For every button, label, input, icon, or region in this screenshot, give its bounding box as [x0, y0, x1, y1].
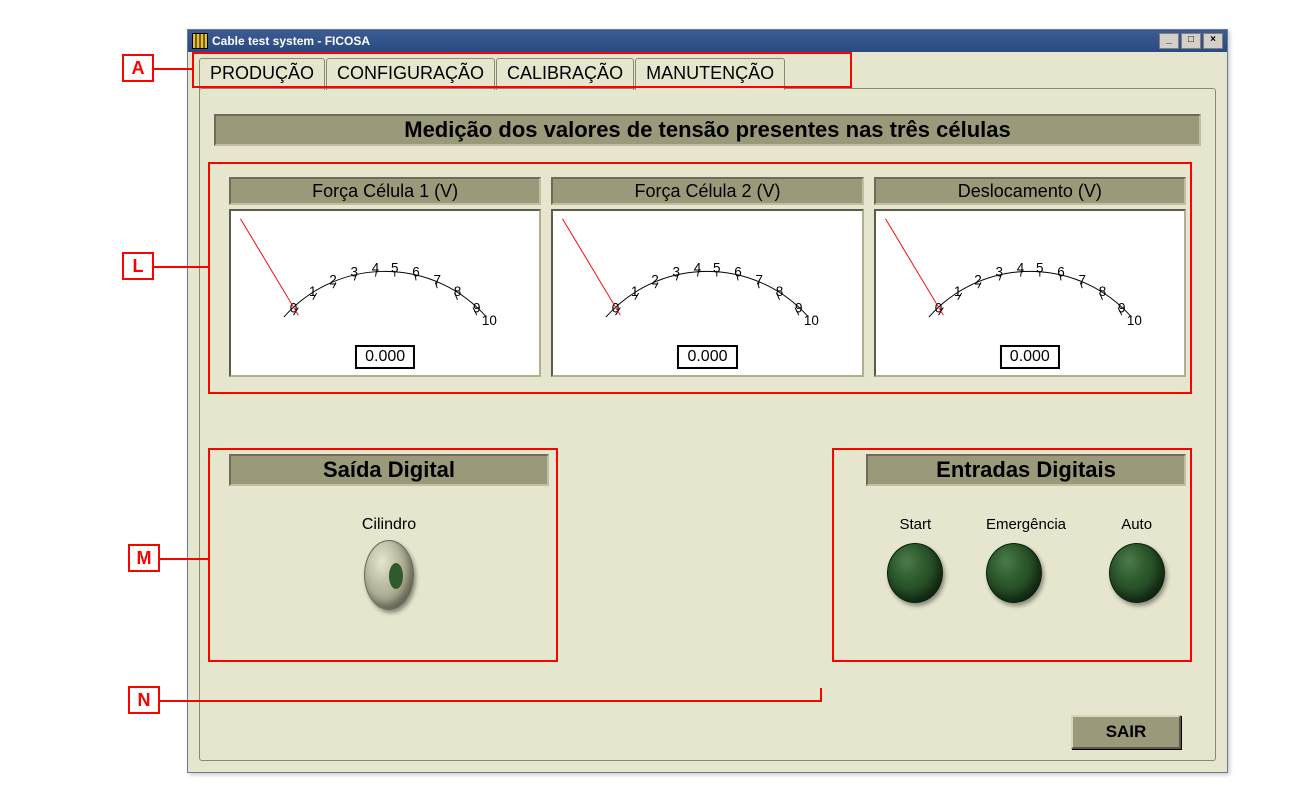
svg-text:1: 1 [309, 284, 317, 299]
svg-text:10: 10 [804, 313, 819, 328]
svg-text:10: 10 [482, 313, 497, 328]
annotation-connector [160, 558, 208, 560]
svg-text:3: 3 [995, 265, 1003, 280]
tab-calibracao[interactable]: CALIBRAÇÃO [496, 58, 634, 90]
maximize-button[interactable]: □ [1181, 33, 1201, 49]
svg-text:1: 1 [954, 284, 962, 299]
gauge-needle [885, 219, 943, 315]
gauge-needle [563, 219, 621, 315]
gauge-meter: 0 1 2 3 4 5 6 7 8 9 10 [229, 209, 541, 377]
svg-text:7: 7 [434, 272, 442, 287]
gauge-meter: 0 1 2 3 4 5 6 7 8 9 10 [874, 209, 1186, 377]
svg-text:6: 6 [735, 265, 743, 280]
led-start-wrap: Start [887, 516, 943, 603]
svg-text:3: 3 [351, 265, 359, 280]
annotation-letter: A [122, 54, 154, 82]
gauge-meter: 0 1 2 3 4 5 6 7 8 9 10 [551, 209, 863, 377]
svg-text:10: 10 [1126, 313, 1141, 328]
gauge-cell2: Força Célula 2 (V) 0 1 2 3 4 5 6 7 [551, 177, 863, 377]
svg-text:2: 2 [974, 272, 982, 287]
app-icon [192, 33, 208, 49]
svg-text:9: 9 [795, 300, 803, 315]
gauge-displacement: Deslocamento (V) 0 1 2 3 4 5 6 7 [874, 177, 1186, 377]
gauge-readout: 0.000 [677, 345, 737, 369]
annotation-connector [154, 68, 192, 70]
led-emergencia [986, 543, 1042, 603]
close-button[interactable]: × [1203, 33, 1223, 49]
gauge-readout: 0.000 [1000, 345, 1060, 369]
svg-text:7: 7 [756, 272, 764, 287]
gauge-cell1: Força Célula 1 (V) 0 1 2 3 4 5 6 7 [229, 177, 541, 377]
svg-text:3: 3 [673, 265, 681, 280]
gauge-needle [240, 219, 298, 315]
tab-manutencao[interactable]: MANUTENÇÃO [635, 58, 785, 90]
svg-text:7: 7 [1078, 272, 1086, 287]
led-label: Start [887, 516, 943, 533]
led-start [887, 543, 943, 603]
annotation-letter: M [128, 544, 160, 572]
cilindro-toggle[interactable] [364, 540, 414, 610]
tab-producao[interactable]: PRODUÇÃO [199, 58, 325, 90]
client-area: PRODUÇÃO CONFIGURAÇÃO CALIBRAÇÃO MANUTEN… [189, 52, 1226, 771]
tab-row: PRODUÇÃO CONFIGURAÇÃO CALIBRAÇÃO MANUTEN… [199, 58, 786, 90]
svg-text:9: 9 [1118, 300, 1126, 315]
annotation-letter: N [128, 686, 160, 714]
window-title: Cable test system - FICOSA [212, 34, 370, 48]
panel-heading: Saída Digital [229, 454, 549, 486]
svg-text:9: 9 [473, 300, 481, 315]
led-label: Auto [1109, 516, 1165, 533]
svg-text:1: 1 [631, 284, 639, 299]
panel-heading: Entradas Digitais [866, 454, 1186, 486]
titlebar: Cable test system - FICOSA _ □ × [188, 30, 1227, 52]
led-auto [1109, 543, 1165, 603]
gauge-readout: 0.000 [355, 345, 415, 369]
svg-text:8: 8 [454, 284, 462, 299]
page-heading: Medição dos valores de tensão presentes … [214, 114, 1201, 146]
digital-output-panel: Saída Digital Cilindro [229, 454, 549, 684]
annotation-connector [160, 700, 820, 702]
gauge-panel: Força Célula 1 (V) 0 1 2 3 4 5 6 7 [229, 177, 1186, 377]
annotation-letter: L [122, 252, 154, 280]
svg-text:6: 6 [412, 265, 420, 280]
digital-inputs-panel: Entradas Digitais Start Emergência Auto [866, 454, 1186, 684]
led-emergencia-wrap: Emergência [986, 516, 1066, 603]
svg-text:2: 2 [652, 272, 660, 287]
tab-configuracao[interactable]: CONFIGURAÇÃO [326, 58, 495, 90]
svg-text:2: 2 [329, 272, 337, 287]
led-label: Emergência [986, 516, 1066, 533]
exit-button[interactable]: SAIR [1071, 715, 1181, 749]
minimize-button[interactable]: _ [1159, 33, 1179, 49]
toggle-label: Cilindro [229, 516, 549, 534]
gauge-title: Deslocamento (V) [874, 177, 1186, 205]
gauge-title: Força Célula 1 (V) [229, 177, 541, 205]
annotation-connector [820, 688, 822, 702]
gauge-title: Força Célula 2 (V) [551, 177, 863, 205]
app-window: Cable test system - FICOSA _ □ × PRODUÇÃ… [187, 29, 1228, 773]
svg-text:8: 8 [776, 284, 784, 299]
led-auto-wrap: Auto [1109, 516, 1165, 603]
svg-text:6: 6 [1057, 265, 1065, 280]
annotation-connector [154, 266, 210, 268]
svg-text:8: 8 [1098, 284, 1106, 299]
